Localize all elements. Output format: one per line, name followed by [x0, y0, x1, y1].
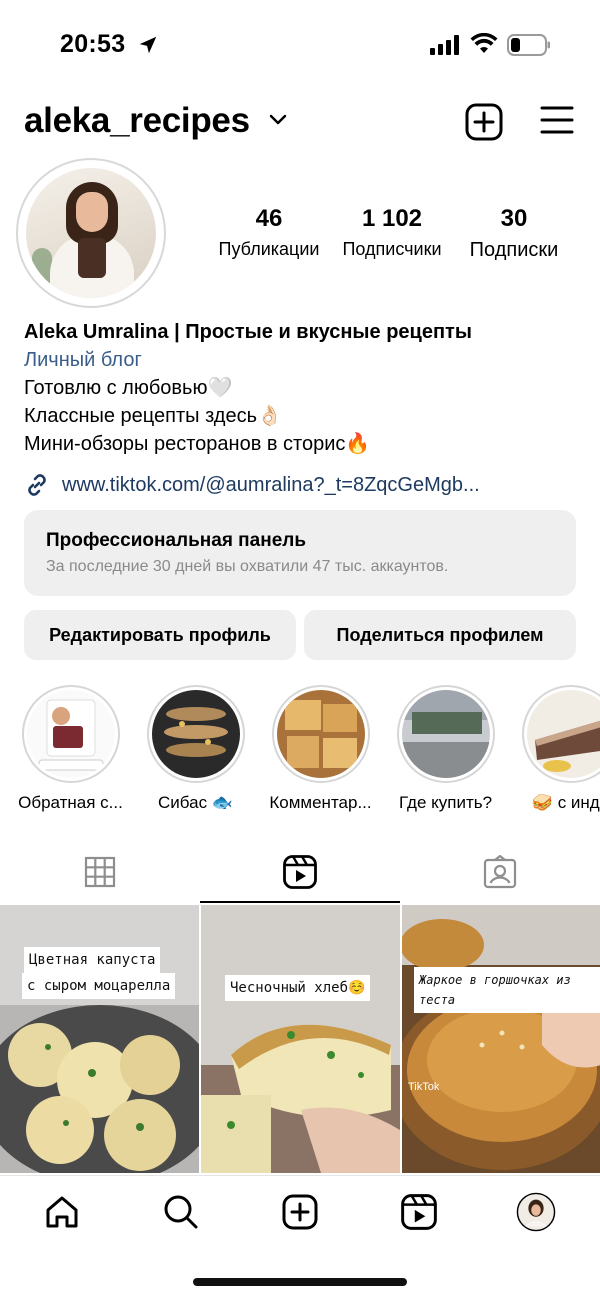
posts-label: Публикации	[218, 239, 320, 259]
share-profile-button[interactable]: Поделиться профилем	[304, 610, 576, 660]
highlight-item[interactable]: Комментар...	[258, 685, 383, 813]
link-icon	[28, 474, 46, 496]
avatar-photo	[26, 168, 156, 298]
status-time: 20:53	[60, 30, 126, 58]
highlight-cover	[276, 690, 365, 778]
home-icon	[46, 1196, 78, 1228]
profile-avatar[interactable]	[16, 158, 166, 308]
nav-reels[interactable]	[399, 1192, 439, 1232]
grid-icon	[84, 856, 116, 888]
profile-tabs	[0, 840, 600, 904]
highlight-cover	[26, 690, 115, 778]
active-tab-indicator	[200, 901, 400, 903]
bio-link[interactable]: www.tiktok.com/@aumralina?_t=8ZqcGeMgb..…	[24, 472, 584, 498]
post-thumbnail[interactable]: Чесночный хлеб☺️	[201, 905, 400, 1173]
reels-icon	[401, 1194, 437, 1230]
status-bar: 20:53	[0, 0, 600, 90]
create-icon	[282, 1194, 318, 1230]
highlight-label: Где купить?	[398, 793, 493, 812]
highlight-label: Сибас 🐟	[158, 793, 233, 812]
post-thumbnail[interactable]: Цветная капуста с сыром моцарелла	[0, 905, 199, 1173]
professional-dashboard[interactable]: Профессиональная панель За последние 30 …	[24, 510, 576, 596]
highlight-label: Комментар...	[269, 793, 372, 812]
post-image	[0, 905, 199, 1173]
edit-profile-button[interactable]: Редактировать профиль	[24, 610, 296, 660]
tagged-icon	[483, 855, 517, 889]
bio-name: Aleka Umralina | Простые и вкусные рецеп…	[24, 321, 472, 343]
cellular-signal-icon	[430, 35, 459, 55]
story-highlights: Обратная с... Сибас 🐟 Комментар... Где к…	[0, 685, 600, 815]
search-icon	[164, 1195, 198, 1229]
chevron-down-icon[interactable]	[268, 113, 288, 127]
highlight-cover	[526, 690, 600, 778]
highlight-cover	[151, 690, 240, 778]
pro-panel-title: Профессиональная панель	[46, 530, 307, 551]
post-thumbnail[interactable]: Жаркое в горшочках из теста TikTok	[402, 905, 600, 1173]
highlight-item[interactable]: Где купить?	[383, 685, 508, 813]
highlight-cover	[401, 690, 490, 778]
profile-bio: Aleka Umralina | Простые и вкусные рецеп…	[24, 318, 584, 458]
nav-profile[interactable]	[516, 1192, 556, 1232]
post-caption: Жаркое в горшочках из теста	[414, 967, 600, 1013]
stat-following[interactable]: 30 Подписки	[458, 205, 570, 262]
post-caption: с сыром моцарелла	[22, 973, 176, 999]
followers-count: 1 102	[361, 205, 423, 232]
stat-followers[interactable]: 1 102 Подписчики	[333, 205, 451, 260]
bio-line: Классные рецепты здесь👌🏻	[24, 405, 282, 427]
posts-count: 46	[255, 205, 283, 232]
stat-posts[interactable]: 46 Публикации	[210, 205, 328, 260]
post-image	[402, 905, 600, 1173]
pro-panel-subtitle: За последние 30 дней вы охватили 47 тыс.…	[46, 558, 449, 575]
nav-create[interactable]	[280, 1192, 320, 1232]
following-label: Подписки	[469, 239, 559, 261]
followers-label: Подписчики	[342, 239, 442, 259]
highlight-label: 🥪 с инде	[531, 793, 600, 812]
home-indicator	[193, 1278, 407, 1286]
bio-category: Личный блог	[24, 349, 142, 371]
highlight-label: Обратная с...	[18, 793, 123, 812]
tab-tagged[interactable]	[400, 840, 600, 904]
create-button[interactable]	[465, 103, 503, 141]
bio-link-text[interactable]: www.tiktok.com/@aumralina?_t=8ZqcGeMgb..…	[62, 474, 480, 497]
bio-line: Мини-обзоры ресторанов в сторис🔥	[24, 433, 371, 455]
tab-grid[interactable]	[0, 840, 200, 904]
highlight-item[interactable]: 🥪 с инде	[508, 685, 600, 813]
bottom-navigation	[0, 1175, 600, 1250]
reels-icon	[283, 855, 317, 889]
menu-button[interactable]	[540, 105, 574, 135]
highlight-item[interactable]: Сибас 🐟	[133, 685, 258, 813]
post-image	[201, 905, 400, 1173]
profile-avatar-icon	[516, 1192, 556, 1232]
location-arrow-icon	[139, 36, 157, 54]
following-count: 30	[500, 205, 528, 232]
reels-grid: Цветная капуста с сыром моцарелла Чесноч…	[0, 905, 600, 1173]
nav-search[interactable]	[161, 1192, 201, 1232]
nav-home[interactable]	[42, 1192, 82, 1232]
account-username[interactable]: aleka_recipes	[24, 101, 250, 141]
wifi-icon	[470, 33, 498, 53]
post-caption: Цветная капуста	[24, 947, 161, 973]
profile-header: aleka_recipes	[0, 95, 600, 155]
tab-reels[interactable]	[200, 840, 400, 904]
battery-icon	[507, 34, 550, 56]
bio-line: Готовлю с любовью🤍	[24, 377, 233, 399]
post-caption: Чесночный хлеб☺️	[225, 975, 371, 1001]
highlight-item[interactable]: Обратная с...	[8, 685, 133, 813]
tiktok-watermark: TikTok	[408, 1081, 440, 1093]
